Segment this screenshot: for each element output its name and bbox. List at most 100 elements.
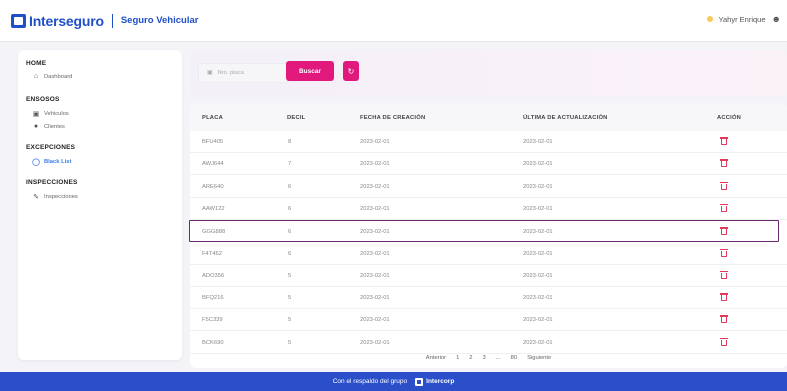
cell-decil: 7 (288, 161, 292, 168)
table-row[interactable]: F4T462 6 2023-02-01 2023-02-01 (190, 243, 787, 265)
cell-ultima-actualizacion: 2023-02-01 (523, 205, 553, 212)
pagination: Anterior 1 2 3 ... 80 Siguiente (190, 350, 787, 366)
pagination-prev[interactable]: Anterior (426, 355, 446, 361)
sidebar: HOME ⌂ Dashboard ENSOSOS ▣ Vehiculos ● C… (18, 50, 182, 360)
cell-fecha-creacion: 2023-02-01 (360, 339, 390, 346)
pagination-page[interactable]: 2 (469, 355, 472, 361)
blacklist-table: PLACA DECIL FECHA DE CREACIÓN ÚLTIMA DE … (189, 103, 787, 368)
pagination-page[interactable]: 80 (511, 355, 517, 361)
sidebar-item-clientes[interactable]: ● Clientes (32, 123, 65, 130)
cell-ultima-actualizacion: 2023-02-01 (523, 272, 553, 279)
cell-decil: 6 (288, 183, 292, 190)
cell-decil: 5 (288, 272, 292, 279)
intercorp-logo-icon (415, 377, 424, 386)
pagination-page[interactable]: 1 (456, 355, 459, 361)
table-row[interactable]: ADO356 5 2023-02-01 2023-02-01 (190, 265, 787, 287)
user-menu[interactable]: Yahyr Enrique ☻ (706, 14, 781, 24)
cell-placa: GGG888 (202, 229, 226, 236)
cell-fecha-creacion: 2023-02-01 (360, 183, 390, 190)
table-row[interactable]: BFQ216 5 2023-02-01 2023-02-01 (190, 287, 787, 310)
pagination-ellipsis: ... (495, 355, 501, 361)
cell-decil: 8 (288, 139, 292, 145)
cell-fecha-creacion: 2023-02-01 (360, 139, 390, 145)
cell-decil: 6 (288, 250, 292, 257)
footer: Con el respaldo del grupo Intercorp (0, 372, 787, 391)
table-row[interactable]: ARE640 6 2023-02-01 2023-02-01 (190, 176, 787, 198)
section-title-excepciones: EXCEPCIONES (26, 144, 76, 151)
refresh-button[interactable]: ↻ (343, 61, 359, 81)
brand-name: Interseguro (29, 12, 104, 29)
sidebar-item-black-list[interactable]: ◯ Black List (32, 158, 71, 166)
table-row[interactable]: AWJ644 7 2023-02-01 2023-02-01 (190, 153, 787, 176)
table-row[interactable]: AAW122 6 2023-02-01 2023-02-01 (190, 198, 787, 220)
column-header-accion: ACCIÓN (717, 115, 742, 121)
delete-icon[interactable] (720, 203, 728, 212)
delete-icon[interactable] (720, 137, 728, 145)
search-button[interactable]: Buscar (286, 61, 334, 81)
cell-ultima-actualizacion: 2023-02-01 (523, 229, 553, 236)
sidebar-item-inspecciones[interactable]: ✎ Inspecciones (32, 193, 78, 201)
header-divider (111, 13, 113, 28)
interseguro-logo-icon (11, 13, 26, 28)
cell-decil: 5 (288, 317, 292, 324)
plate-search-input[interactable]: ▣ Nro. placa (198, 63, 288, 83)
cell-ultima-actualizacion: 2023-02-01 (523, 183, 553, 190)
cell-placa: BCK690 (202, 339, 224, 346)
car-icon: ▣ (207, 70, 213, 76)
sidebar-item-dashboard[interactable]: ⌂ Dashboard (32, 73, 72, 80)
product-name: Seguro Vehicular (120, 15, 199, 26)
cell-decil: 6 (288, 229, 292, 236)
cell-placa: BFQ216 (202, 295, 224, 302)
cell-fecha-creacion: 2023-02-01 (360, 272, 390, 279)
delete-icon[interactable] (720, 337, 728, 346)
list-icon: ◯ (32, 159, 40, 166)
delete-icon[interactable] (720, 159, 728, 168)
table-row[interactable]: GGG888 6 2023-02-01 2023-02-01 (189, 220, 779, 243)
delete-icon[interactable] (720, 293, 728, 302)
cell-ultima-actualizacion: 2023-02-01 (523, 250, 553, 257)
delete-icon[interactable] (720, 248, 728, 257)
cell-ultima-actualizacion: 2023-02-01 (523, 295, 553, 302)
cell-fecha-creacion: 2023-02-01 (360, 317, 390, 324)
search-placeholder: Nro. placa (217, 70, 244, 76)
top-bar: Interseguro Seguro Vehicular Yahyr Enriq… (0, 0, 787, 42)
section-title-home: HOME (26, 60, 47, 67)
delete-icon[interactable] (720, 315, 728, 324)
sidebar-item-label: Vehiculos (44, 111, 69, 117)
status-dot-icon (706, 16, 713, 22)
sidebar-item-label: Dashboard (44, 73, 73, 80)
cell-placa: AWJ644 (202, 161, 224, 168)
sidebar-item-label: Inspecciones (44, 194, 78, 200)
pen-icon: ✎ (33, 194, 39, 201)
delete-icon[interactable] (720, 181, 728, 190)
cell-decil: 6 (288, 205, 292, 212)
cell-fecha-creacion: 2023-02-01 (360, 250, 390, 257)
cell-placa: F4T462 (202, 250, 222, 257)
cell-placa: BFU405 (202, 139, 224, 145)
cell-fecha-creacion: 2023-02-01 (360, 295, 390, 302)
table-header: PLACA DECIL FECHA DE CREACIÓN ÚLTIMA DE … (190, 103, 787, 131)
cell-ultima-actualizacion: 2023-02-01 (523, 339, 553, 346)
table-row[interactable]: BFU405 8 2023-02-01 2023-02-01 (190, 131, 787, 153)
cell-decil: 5 (288, 339, 292, 346)
users-icon: ● (33, 123, 39, 130)
delete-icon[interactable] (720, 227, 728, 236)
user-name: Yahyr Enrique (718, 14, 766, 24)
refresh-icon: ↻ (347, 66, 355, 76)
car-icon: ▣ (32, 111, 40, 118)
pagination-page[interactable]: 3 (483, 355, 486, 361)
search-panel: ▣ Nro. placa Buscar ↻ (190, 50, 787, 96)
footer-brand: Intercorp (426, 378, 455, 385)
column-header-decil: DECIL (287, 115, 306, 121)
cell-placa: ARE640 (202, 183, 224, 190)
home-icon: ⌂ (33, 73, 39, 80)
cell-ultima-actualizacion: 2023-02-01 (523, 139, 553, 145)
table-row[interactable]: F5C339 5 2023-02-01 2023-02-01 (190, 309, 787, 332)
pagination-next[interactable]: Siguiente (527, 355, 551, 361)
sidebar-item-vehiculos[interactable]: ▣ Vehiculos (32, 110, 69, 118)
cell-decil: 5 (288, 295, 292, 302)
cell-placa: AAW122 (202, 205, 225, 212)
cell-ultima-actualizacion: 2023-02-01 (523, 161, 553, 168)
column-header-placa: PLACA (202, 115, 223, 121)
delete-icon[interactable] (720, 270, 728, 279)
